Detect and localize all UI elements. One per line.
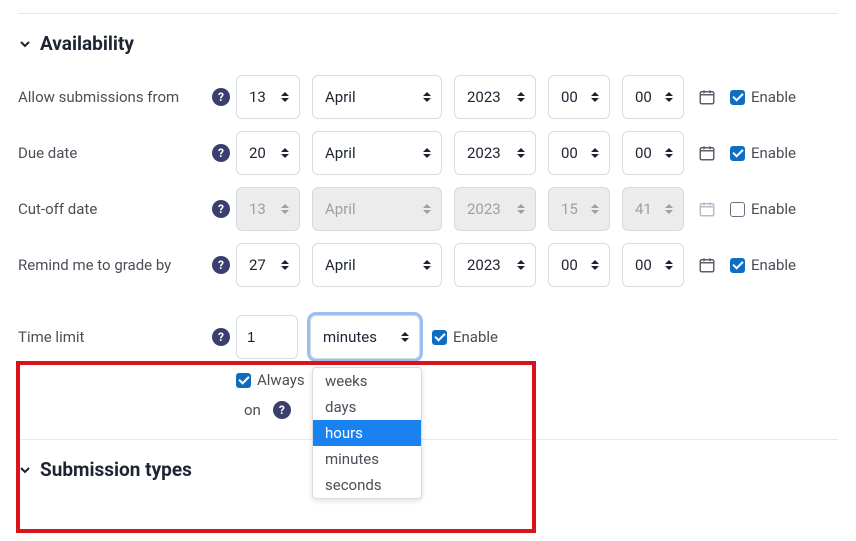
sort-icon: [517, 204, 525, 214]
sort-icon: [591, 92, 599, 102]
unit-option-minutes[interactable]: minutes: [313, 446, 421, 472]
help-icon[interactable]: ?: [212, 256, 230, 274]
allow-from-min-select[interactable]: 00: [622, 75, 684, 119]
remind-enable[interactable]: Enable: [730, 256, 796, 274]
due-day-select[interactable]: 20: [236, 131, 300, 175]
row-cutoff: Cut-off date ? 13 April 2023 15 41 Enabl…: [18, 181, 838, 237]
label-timelimit: Time limit: [18, 328, 212, 346]
help-icon[interactable]: ?: [212, 144, 230, 162]
remind-hour-select[interactable]: 00: [548, 243, 610, 287]
availability-title: Availability: [40, 32, 134, 55]
cutoff-month-select: April: [312, 187, 442, 231]
sort-icon: [423, 92, 431, 102]
unit-option-hours[interactable]: hours: [313, 420, 421, 446]
label-cutoff: Cut-off date: [18, 200, 212, 218]
allow-from-enable[interactable]: Enable: [730, 88, 796, 106]
calendar-icon[interactable]: [696, 254, 718, 276]
help-icon[interactable]: ?: [212, 200, 230, 218]
calendar-icon: [696, 198, 718, 220]
sort-icon: [665, 260, 673, 270]
sort-icon: [281, 92, 289, 102]
checkbox-icon: [730, 202, 745, 217]
always-show-trailing: on: [244, 401, 261, 419]
sort-icon: [517, 260, 525, 270]
remind-day-select[interactable]: 27: [236, 243, 300, 287]
checkbox-icon: [730, 146, 745, 161]
timelimit-enable[interactable]: Enable: [432, 328, 498, 346]
sort-icon: [281, 260, 289, 270]
availability-section-toggle[interactable]: Availability: [18, 32, 838, 55]
sort-icon: [423, 260, 431, 270]
sort-icon: [591, 260, 599, 270]
checkbox-icon: [236, 373, 251, 388]
checkbox-icon: [730, 258, 745, 273]
allow-from-month-select[interactable]: April: [312, 75, 442, 119]
cutoff-enable[interactable]: Enable: [730, 200, 796, 218]
due-year-select[interactable]: 2023: [454, 131, 536, 175]
sort-icon: [665, 204, 673, 214]
checkbox-icon: [432, 330, 447, 345]
allow-from-year-select[interactable]: 2023: [454, 75, 536, 119]
chevron-down-icon: [18, 37, 32, 51]
sort-icon: [665, 92, 673, 102]
cutoff-hour-select: 15: [548, 187, 610, 231]
sort-icon: [401, 332, 409, 342]
sort-icon: [517, 148, 525, 158]
due-month-select[interactable]: April: [312, 131, 442, 175]
calendar-icon[interactable]: [696, 142, 718, 164]
allow-from-day-select[interactable]: 13: [236, 75, 300, 119]
sort-icon: [591, 204, 599, 214]
sort-icon: [423, 204, 431, 214]
sort-icon: [281, 204, 289, 214]
help-icon[interactable]: ?: [212, 328, 230, 346]
submission-types-title: Submission types: [40, 458, 192, 481]
unit-option-weeks[interactable]: weeks: [313, 368, 421, 394]
sort-icon: [423, 148, 431, 158]
remind-month-select[interactable]: April: [312, 243, 442, 287]
checkbox-icon: [730, 90, 745, 105]
row-due-date: Due date ? 20 April 2023 00 00 Enable: [18, 125, 838, 181]
label-allow-from: Allow submissions from: [18, 88, 212, 106]
cutoff-min-select: 41: [622, 187, 684, 231]
row-remind: Remind me to grade by ? 27 April 2023 00…: [18, 237, 838, 293]
calendar-icon[interactable]: [696, 86, 718, 108]
allow-from-hour-select[interactable]: 00: [548, 75, 610, 119]
due-min-select[interactable]: 00: [622, 131, 684, 175]
label-due-date: Due date: [18, 144, 212, 162]
cutoff-year-select: 2023: [454, 187, 536, 231]
timelimit-unit-select[interactable]: minutes: [310, 315, 420, 359]
sort-icon: [591, 148, 599, 158]
chevron-down-icon: [18, 463, 32, 477]
row-timelimit: Time limit ? minutes Enable weeksdayshou…: [18, 309, 838, 365]
submission-types-section-toggle[interactable]: Submission types: [18, 458, 838, 481]
unit-option-days[interactable]: days: [313, 394, 421, 420]
label-remind: Remind me to grade by: [18, 256, 212, 274]
help-icon[interactable]: ?: [212, 88, 230, 106]
due-hour-select[interactable]: 00: [548, 131, 610, 175]
unit-option-seconds[interactable]: seconds: [313, 472, 421, 498]
row-allow-from: Allow submissions from ? 13 April 2023 0…: [18, 69, 838, 125]
due-enable[interactable]: Enable: [730, 144, 796, 162]
remind-year-select[interactable]: 2023: [454, 243, 536, 287]
timelimit-unit-dropdown[interactable]: weeksdayshoursminutesseconds: [312, 367, 422, 499]
sort-icon: [517, 92, 525, 102]
row-always-show: Always on ?: [18, 365, 838, 425]
sort-icon: [281, 148, 289, 158]
sort-icon: [665, 148, 673, 158]
cutoff-day-select: 13: [236, 187, 300, 231]
always-show-checkbox[interactable]: Always: [236, 371, 305, 389]
remind-min-select[interactable]: 00: [622, 243, 684, 287]
help-icon[interactable]: ?: [273, 401, 291, 419]
timelimit-value-input[interactable]: [236, 315, 298, 359]
